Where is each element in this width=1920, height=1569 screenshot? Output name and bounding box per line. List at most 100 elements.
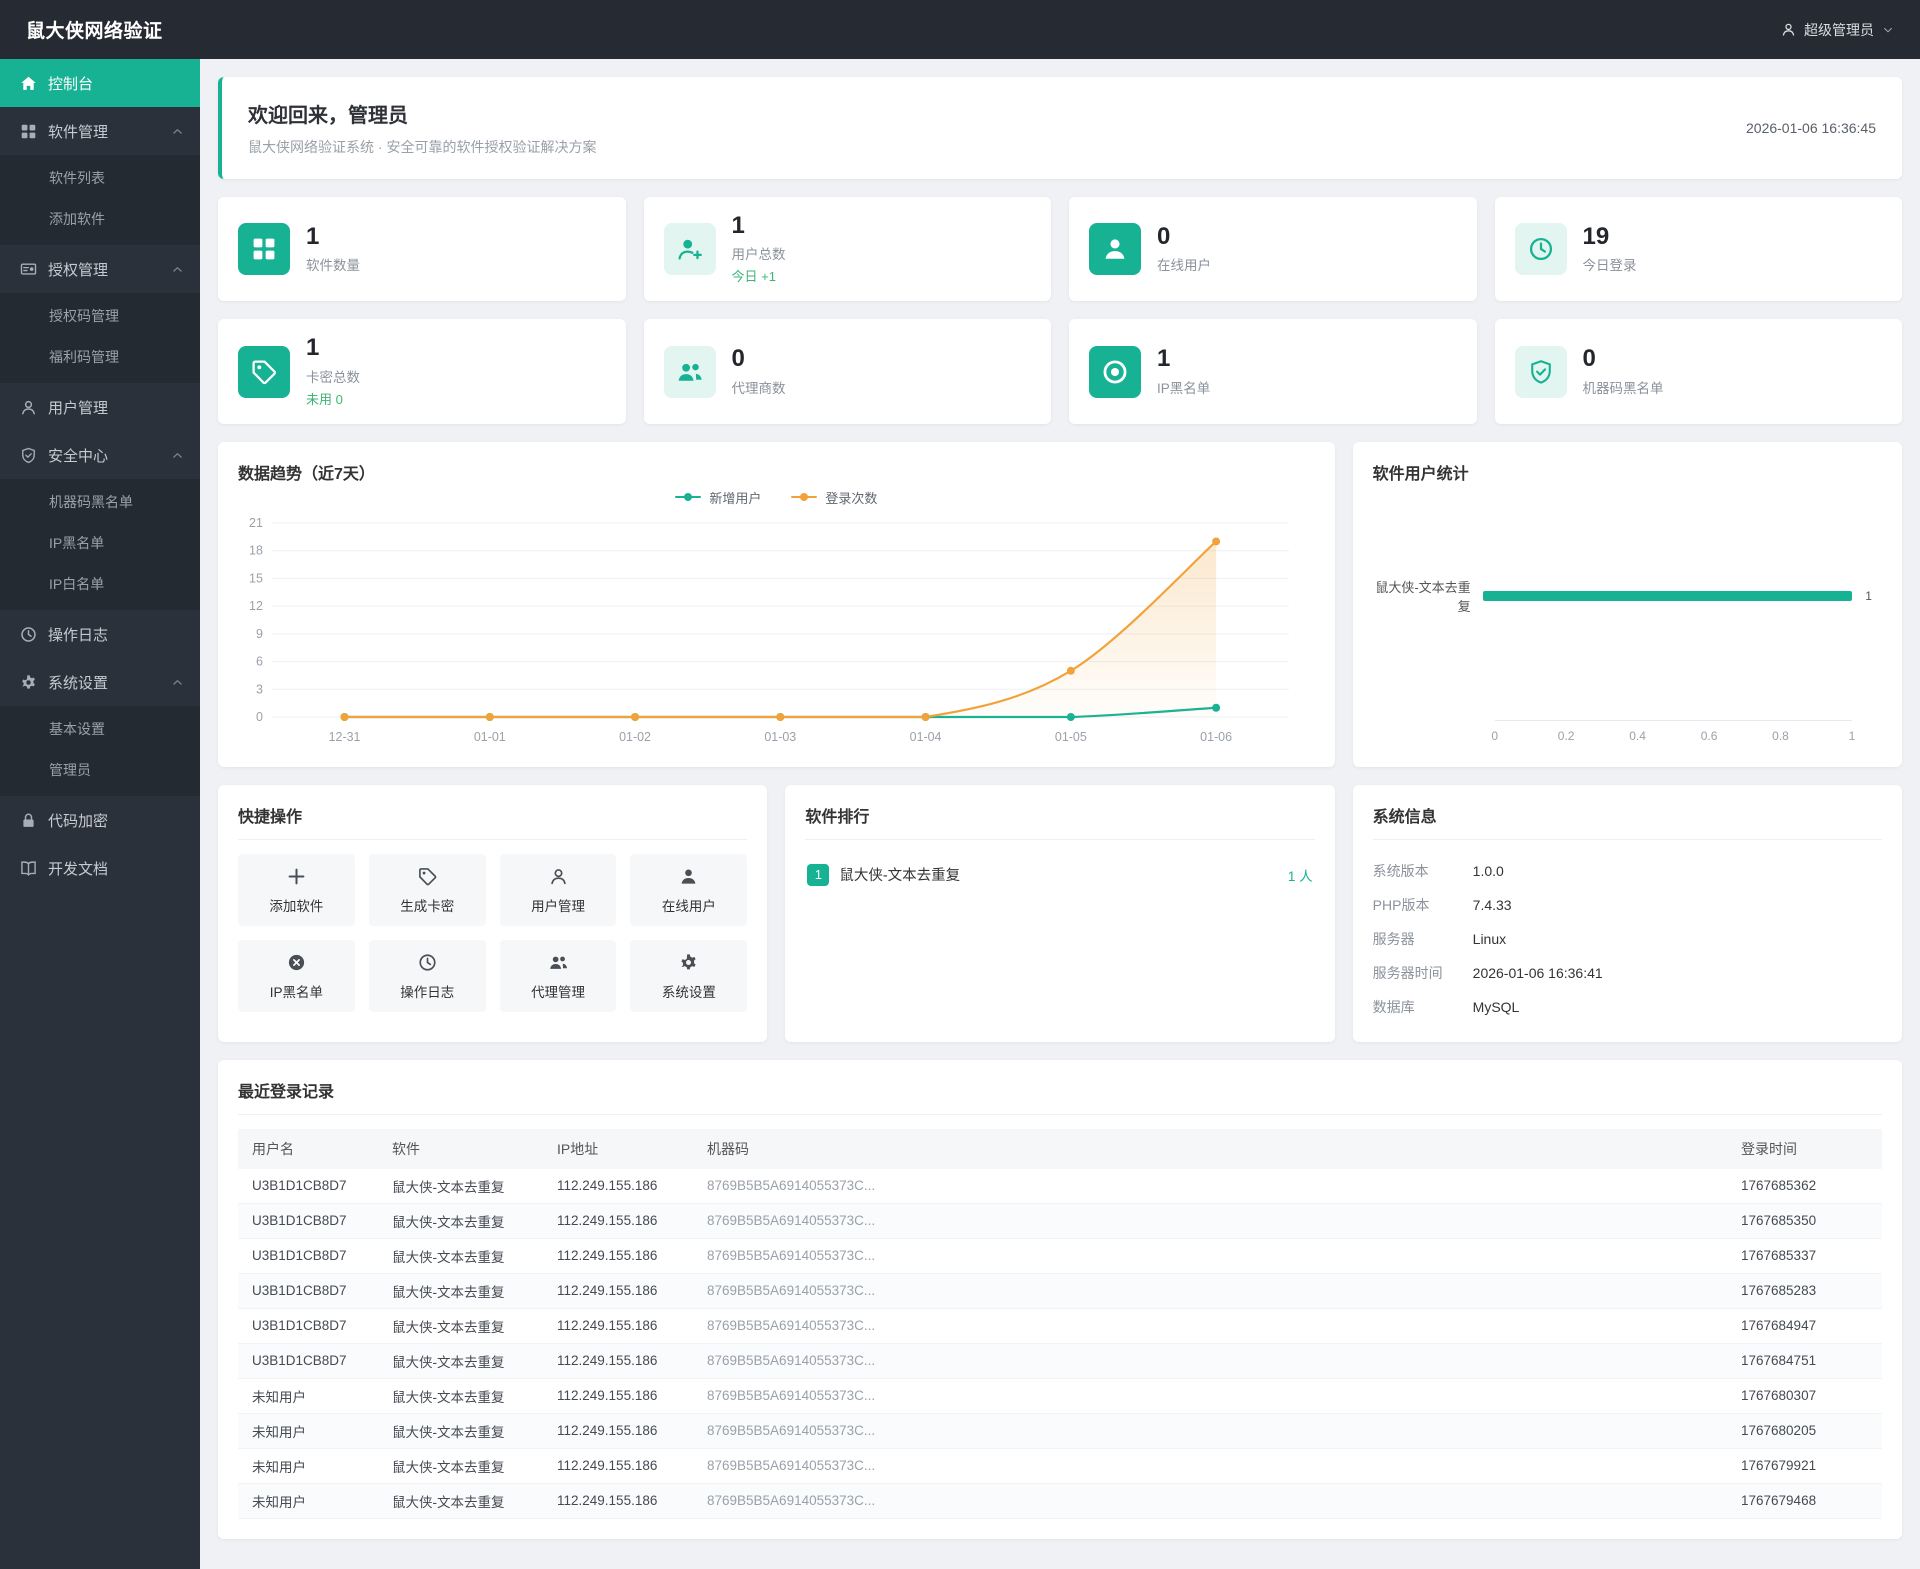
sidebar-item-software-add[interactable]: 添加软件 xyxy=(0,198,200,239)
quick-action-agent-manage[interactable]: 代理管理 xyxy=(499,939,617,1012)
stat-card-user-total: 1 用户总数 今日 +1 xyxy=(643,197,1051,302)
sidebar-item-users[interactable]: 用户管理 xyxy=(0,383,200,431)
sidebar-item-basic-settings[interactable]: 基本设置 xyxy=(0,708,200,749)
rank-badge: 1 xyxy=(807,863,830,886)
gear-icon xyxy=(679,953,698,972)
sidebar-item-welfare-codes[interactable]: 福利码管理 xyxy=(0,336,200,377)
stat-value: 19 xyxy=(1582,223,1610,250)
stat-icon-tile xyxy=(238,345,290,398)
quick-action-ip-blacklist[interactable]: IP黑名单 xyxy=(238,939,355,1012)
cell-software: 鼠大侠-文本去重复 xyxy=(378,1448,543,1484)
card-title: 最近登录记录 xyxy=(238,1078,1882,1115)
sidebar-submenu-software: 软件列表 添加软件 xyxy=(0,155,200,245)
cell-ip: 112.249.155.186 xyxy=(543,1448,693,1484)
stat-icon-tile xyxy=(1514,345,1567,398)
system-info-list: 系统版本 1.0.0 PHP版本 7.4.33 服务器 Linux 服务器时间 2026-01… xyxy=(1373,854,1882,1024)
cell-software: 鼠大侠-文本去重复 xyxy=(378,1308,543,1344)
quick-actions-grid: 添加软件 生成卡密 用户管理 在线用户 IP黑名单 操作日志 代理管理 系统设置 xyxy=(238,853,748,1012)
sidebar-item-license[interactable]: 授权管理 xyxy=(0,245,200,293)
sidebar-item-ip-whitelist[interactable]: IP白名单 xyxy=(0,563,200,604)
cell-login-time: 1767685350 xyxy=(1727,1203,1882,1239)
sidebar-item-encrypt[interactable]: 代码加密 xyxy=(0,796,200,844)
svg-text:01-04: 01-04 xyxy=(910,730,942,744)
sidebar-item-label: 用户管理 xyxy=(48,399,109,417)
axis-tick-label: 1 xyxy=(1848,728,1856,743)
svg-text:9: 9 xyxy=(256,627,263,641)
legend-label: 新增用户 xyxy=(709,490,762,506)
sidebar-item-docs[interactable]: 开发文档 xyxy=(0,844,200,892)
sidebar-item-admins[interactable]: 管理员 xyxy=(0,749,200,790)
stat-subtext: 今日 +1 xyxy=(731,269,776,285)
axis-tick-label: 0.8 xyxy=(1772,728,1789,743)
stat-subtext: 未用 0 xyxy=(306,391,343,407)
cell-software: 鼠大侠-文本去重复 xyxy=(378,1343,543,1379)
axis-tick-label: 0.4 xyxy=(1629,728,1646,743)
quick-action-add-software[interactable]: 添加软件 xyxy=(238,853,355,926)
admin-menu[interactable]: 超级管理员 xyxy=(1781,20,1894,40)
cell-software: 鼠大侠-文本去重复 xyxy=(378,1378,543,1414)
sidebar-item-software[interactable]: 软件管理 xyxy=(0,107,200,155)
cell-username: 未知用户 xyxy=(238,1448,378,1484)
quick-action-user-manage[interactable]: 用户管理 xyxy=(499,853,617,926)
stat-meta: 1 软件数量 xyxy=(306,223,360,274)
cell-machine-code: 8769B5B5A6914055373C... xyxy=(693,1168,1727,1204)
cell-ip: 112.249.155.186 xyxy=(543,1273,693,1309)
system-info-row: 系统版本 1.0.0 xyxy=(1373,854,1882,888)
welcome-subtitle: 鼠大侠网络验证系统 · 安全可靠的软件授权验证解决方案 xyxy=(248,139,597,155)
quick-action-label: 系统设置 xyxy=(661,984,716,1000)
user-icon xyxy=(549,867,568,886)
stat-icon-tile xyxy=(238,223,290,276)
login-record-row: U3B1D1CB8D7 鼠大侠-文本去重复 112.249.155.186 8769B… xyxy=(238,1308,1882,1344)
sidebar: 控制台 软件管理 软件列表 添加软件 授权管理 授权码管理 福利码管理 用户管理 安全中心 机器码… xyxy=(0,59,200,1569)
x-circle-icon xyxy=(287,953,306,972)
info-value: MySQL xyxy=(1472,998,1520,1015)
bottom-row: 快捷操作 添加软件 生成卡密 用户管理 在线用户 IP黑名单 操作日志 代理管理 系统设置 软… xyxy=(218,784,1902,1042)
info-label: 服务器时间 xyxy=(1372,964,1443,981)
app-title: 鼠大侠网络验证 xyxy=(26,21,163,42)
cell-ip: 112.249.155.186 xyxy=(543,1203,693,1239)
chevron-down-icon xyxy=(1882,24,1894,36)
legend-item: 登录次数 xyxy=(791,488,877,507)
cell-username: 未知用户 xyxy=(238,1378,378,1414)
info-label: 数据库 xyxy=(1372,998,1415,1015)
quick-action-op-logs[interactable]: 操作日志 xyxy=(368,939,486,1012)
users-icon xyxy=(549,953,568,972)
svg-text:01-01: 01-01 xyxy=(474,730,506,744)
stat-meta: 19 今日登录 xyxy=(1582,223,1637,274)
cell-username: U3B1D1CB8D7 xyxy=(238,1168,378,1204)
info-value: Linux xyxy=(1472,930,1507,947)
cell-login-time: 1767680205 xyxy=(1727,1413,1882,1449)
sidebar-item-dashboard[interactable]: 控制台 xyxy=(0,59,200,107)
quick-action-system-settings[interactable]: 系统设置 xyxy=(630,939,748,1012)
bar-x-axis: 0 0.2 0.4 0.6 0.8 1 xyxy=(1491,719,1855,743)
cell-username: U3B1D1CB8D7 xyxy=(238,1308,378,1344)
cell-machine-code: 8769B5B5A6914055373C... xyxy=(693,1448,1727,1484)
column-header: IP地址 xyxy=(543,1128,693,1169)
sidebar-item-ip-blacklist[interactable]: IP黑名单 xyxy=(0,522,200,563)
system-info-row: 服务器时间 2026-01-06 16:36:41 xyxy=(1373,956,1882,990)
cell-login-time: 1767680307 xyxy=(1727,1378,1882,1414)
chart-legend: 新增用户 登录次数 xyxy=(238,488,1315,507)
quick-action-online-users[interactable]: 在线用户 xyxy=(630,853,748,926)
chevron-up-icon xyxy=(171,263,184,276)
sidebar-item-logs[interactable]: 操作日志 xyxy=(0,610,200,658)
login-record-row: 未知用户 鼠大侠-文本去重复 112.249.155.186 8769B5B5A691… xyxy=(238,1413,1882,1449)
cell-ip: 112.249.155.186 xyxy=(543,1483,693,1519)
apps-icon xyxy=(251,236,277,262)
bar-category-label: 鼠大侠-文本去重复 xyxy=(1375,579,1471,614)
stat-label: 用户总数 xyxy=(731,247,786,263)
quick-action-gen-card[interactable]: 生成卡密 xyxy=(368,853,486,926)
quick-action-label: 在线用户 xyxy=(661,898,716,914)
sidebar-item-settings[interactable]: 系统设置 xyxy=(0,658,200,706)
sidebar-item-license-codes[interactable]: 授权码管理 xyxy=(0,295,200,336)
users-icon xyxy=(677,359,703,385)
sidebar-item-software-list[interactable]: 软件列表 xyxy=(0,157,200,198)
software-user-bar-chart: 鼠大侠-文本去重复 1 0 0.2 0.4 0.6 0.8 1 xyxy=(1373,484,1882,749)
svg-text:18: 18 xyxy=(249,543,263,557)
sidebar-item-security[interactable]: 安全中心 xyxy=(0,431,200,479)
sidebar-item-device-blacklist[interactable]: 机器码黑名单 xyxy=(0,481,200,522)
cell-software: 鼠大侠-文本去重复 xyxy=(378,1413,543,1449)
plus-icon xyxy=(287,867,306,886)
stat-label: 软件数量 xyxy=(306,258,360,274)
legend-marker xyxy=(791,493,818,502)
